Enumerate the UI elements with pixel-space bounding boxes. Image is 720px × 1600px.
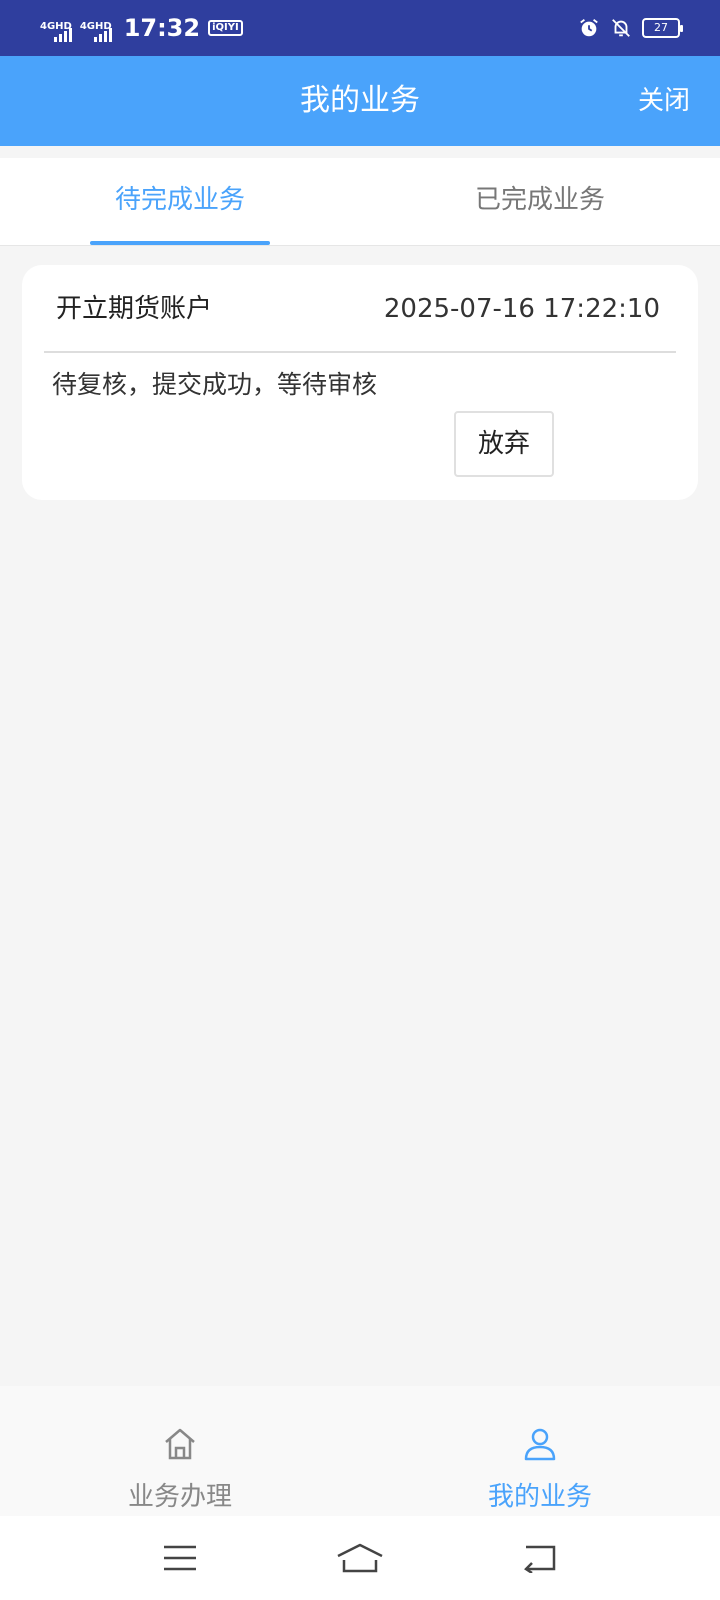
battery-level: 27 xyxy=(654,21,668,34)
close-button[interactable]: 关闭 xyxy=(638,56,690,146)
home-icon xyxy=(165,1428,195,1460)
home-button[interactable] xyxy=(330,1538,390,1578)
system-home-icon xyxy=(337,1543,383,1573)
menu-icon xyxy=(164,1545,196,1571)
task-title: 开立期货账户 xyxy=(56,294,213,324)
signal-indicator-1: 4GHD xyxy=(40,14,72,42)
task-card: 开立期货账户 2025-07-16 17:22:10 待复核，提交成功，等待审核… xyxy=(22,265,698,500)
task-card-header: 开立期货账户 2025-07-16 17:22:10 xyxy=(44,265,676,353)
status-left: 4GHD 4GHD 17:32 iQIYI xyxy=(40,14,243,42)
system-nav-bar xyxy=(0,1516,720,1600)
alarm-icon xyxy=(580,19,598,37)
bottom-nav-my-business[interactable]: 我的业务 xyxy=(360,1386,720,1516)
battery-icon: 27 xyxy=(642,18,683,38)
menu-button[interactable] xyxy=(150,1538,210,1578)
status-bar: 4GHD 4GHD 17:32 iQIYI 27 xyxy=(0,0,720,56)
abandon-button[interactable]: 放弃 xyxy=(454,411,554,477)
bottom-nav-business-handling[interactable]: 业务办理 xyxy=(0,1386,360,1516)
status-right: 27 xyxy=(578,17,683,39)
page-title: 我的业务 xyxy=(300,83,420,118)
bottom-nav: 业务办理 我的业务 xyxy=(0,1386,720,1516)
header-bar: 我的业务 关闭 xyxy=(0,56,720,146)
signal-indicator-2: 4GHD xyxy=(80,14,112,42)
clock: 17:32 xyxy=(123,14,201,42)
bottom-nav-label: 业务办理 xyxy=(127,1482,232,1512)
tab-bar: 待完成业务 已完成业务 xyxy=(0,158,720,246)
task-timestamp: 2025-07-16 17:22:10 xyxy=(383,294,660,324)
bottom-nav-label: 我的业务 xyxy=(487,1482,592,1512)
signal-label-2: 4GHD xyxy=(79,21,112,32)
tab-pending-business[interactable]: 待完成业务 xyxy=(0,158,360,245)
back-icon xyxy=(524,1545,556,1573)
iqiyi-badge-icon: iQIYI xyxy=(208,20,243,36)
task-status: 待复核，提交成功，等待审核 xyxy=(52,370,378,399)
user-icon xyxy=(524,1428,556,1461)
signal-label-1: 4GHD xyxy=(40,21,72,32)
tab-completed-business[interactable]: 已完成业务 xyxy=(360,158,720,245)
back-button[interactable] xyxy=(510,1538,570,1578)
notifications-off-icon xyxy=(612,19,630,37)
